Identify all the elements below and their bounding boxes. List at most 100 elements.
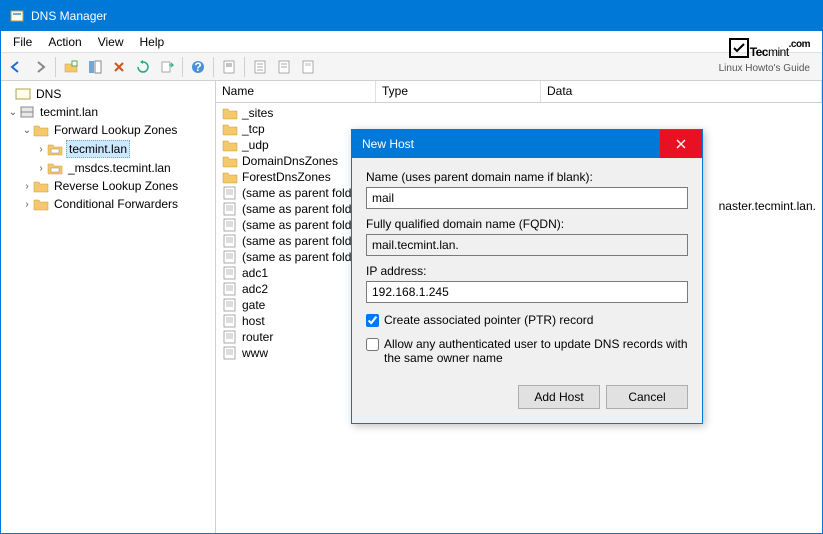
list-item-name: DomainDnsZones (242, 154, 338, 168)
expander-icon[interactable]: › (35, 163, 47, 174)
folder-icon (33, 123, 49, 137)
help-button[interactable]: ? (187, 56, 209, 78)
fqdn-input (366, 234, 688, 256)
dialog-titlebar[interactable]: New Host (352, 130, 702, 158)
folder-icon (33, 197, 49, 211)
allow-checkbox[interactable] (366, 338, 379, 351)
tree-zone-msdcs[interactable]: › _msdcs.tecmint.lan (3, 159, 213, 177)
list-item-name: (same as parent folder) (242, 202, 366, 216)
record-icon (222, 330, 238, 344)
server-icon (19, 105, 35, 119)
new-container-button[interactable] (60, 56, 82, 78)
filter2-button[interactable] (273, 56, 295, 78)
ptr-checkbox[interactable] (366, 314, 379, 327)
dns-icon (15, 87, 31, 101)
menu-view[interactable]: View (90, 33, 132, 51)
record-icon (222, 266, 238, 280)
folder-icon (222, 122, 238, 136)
list-item-name: router (242, 330, 273, 344)
tree-flz[interactable]: ⌄ Forward Lookup Zones (3, 121, 213, 139)
filter1-button[interactable] (249, 56, 271, 78)
add-host-button[interactable]: Add Host (518, 385, 600, 409)
properties-button[interactable] (218, 56, 240, 78)
tree-root-dns[interactable]: DNS (3, 85, 213, 103)
ptr-checkbox-label: Create associated pointer (PTR) record (384, 313, 593, 327)
list-item-name: adc1 (242, 266, 268, 280)
list-item-name: _sites (242, 106, 273, 120)
ip-input[interactable] (366, 281, 688, 303)
col-type[interactable]: Type (376, 81, 541, 102)
ptr-checkbox-row[interactable]: Create associated pointer (PTR) record (366, 313, 688, 327)
expander-icon[interactable]: › (21, 199, 33, 210)
record-icon (222, 218, 238, 232)
name-label: Name (uses parent domain name if blank): (366, 170, 688, 184)
allow-checkbox-row[interactable]: Allow any authenticated user to update D… (366, 337, 688, 365)
list-header: Name Type Data (216, 81, 822, 103)
name-input[interactable] (366, 187, 688, 209)
refresh-button[interactable] (132, 56, 154, 78)
record-icon (222, 314, 238, 328)
list-item-name: adc2 (242, 282, 268, 296)
record-icon (222, 202, 238, 216)
close-button[interactable] (660, 130, 702, 158)
filter3-button[interactable] (297, 56, 319, 78)
trail-data-text: naster.tecmint.lan. (719, 199, 816, 213)
window-title: DNS Manager (31, 9, 107, 23)
toolbar: ? (1, 53, 822, 81)
list-item-name: _tcp (242, 122, 265, 136)
forward-button[interactable] (29, 56, 51, 78)
record-icon (222, 250, 238, 264)
back-button[interactable] (5, 56, 27, 78)
expander-icon[interactable]: ⌄ (7, 107, 19, 118)
list-item-name: www (242, 346, 268, 360)
list-item-name: _udp (242, 138, 269, 152)
fqdn-label: Fully qualified domain name (FQDN): (366, 217, 688, 231)
folder-icon (33, 179, 49, 193)
brand-tagline: Linux Howto's Guide (719, 63, 810, 74)
titlebar: DNS Manager (1, 1, 822, 31)
toolbar-separator (213, 57, 214, 77)
tree-pane[interactable]: DNS ⌄ tecmint.lan ⌄ Forward Lookup Zones… (1, 81, 216, 533)
brand-logo: Tecmint.com (719, 35, 810, 63)
zone-icon (47, 142, 63, 156)
list-item-name: (same as parent folder) (242, 234, 366, 248)
toolbar-separator (244, 57, 245, 77)
list-item-name: (same as parent folder) (242, 250, 366, 264)
folder-icon (222, 154, 238, 168)
tree-server[interactable]: ⌄ tecmint.lan (3, 103, 213, 121)
svg-text:?: ? (194, 60, 201, 74)
menu-action[interactable]: Action (40, 33, 89, 51)
record-icon (222, 346, 238, 360)
tree-rlz[interactable]: › Reverse Lookup Zones (3, 177, 213, 195)
expander-icon[interactable]: › (35, 144, 47, 155)
zone-icon (47, 161, 63, 175)
cancel-button[interactable]: Cancel (606, 385, 688, 409)
app-icon (9, 8, 25, 24)
record-icon (222, 282, 238, 296)
tree-zone-tecmint[interactable]: › tecmint.lan (3, 139, 213, 159)
toolbar-separator (55, 57, 56, 77)
folder-icon (222, 170, 238, 184)
view-list-button[interactable] (84, 56, 106, 78)
delete-button[interactable] (108, 56, 130, 78)
branding: Tecmint.com Linux Howto's Guide (719, 35, 810, 74)
expander-icon[interactable]: ⌄ (21, 125, 33, 136)
allow-checkbox-label: Allow any authenticated user to update D… (384, 337, 688, 365)
record-icon (222, 234, 238, 248)
list-item[interactable]: _sites (218, 105, 820, 121)
list-item-name: gate (242, 298, 265, 312)
ip-label: IP address: (366, 264, 688, 278)
expander-icon[interactable]: › (21, 181, 33, 192)
col-data[interactable]: Data (541, 81, 822, 102)
export-button[interactable] (156, 56, 178, 78)
new-host-dialog: New Host Name (uses parent domain name i… (351, 129, 703, 424)
dialog-title: New Host (362, 137, 414, 151)
folder-icon (222, 138, 238, 152)
menubar: File Action View Help (1, 31, 822, 53)
list-item-name: (same as parent folder) (242, 218, 366, 232)
tree-cf[interactable]: › Conditional Forwarders (3, 195, 213, 213)
toolbar-separator (182, 57, 183, 77)
col-name[interactable]: Name (216, 81, 376, 102)
menu-file[interactable]: File (5, 33, 40, 51)
menu-help[interactable]: Help (132, 33, 173, 51)
